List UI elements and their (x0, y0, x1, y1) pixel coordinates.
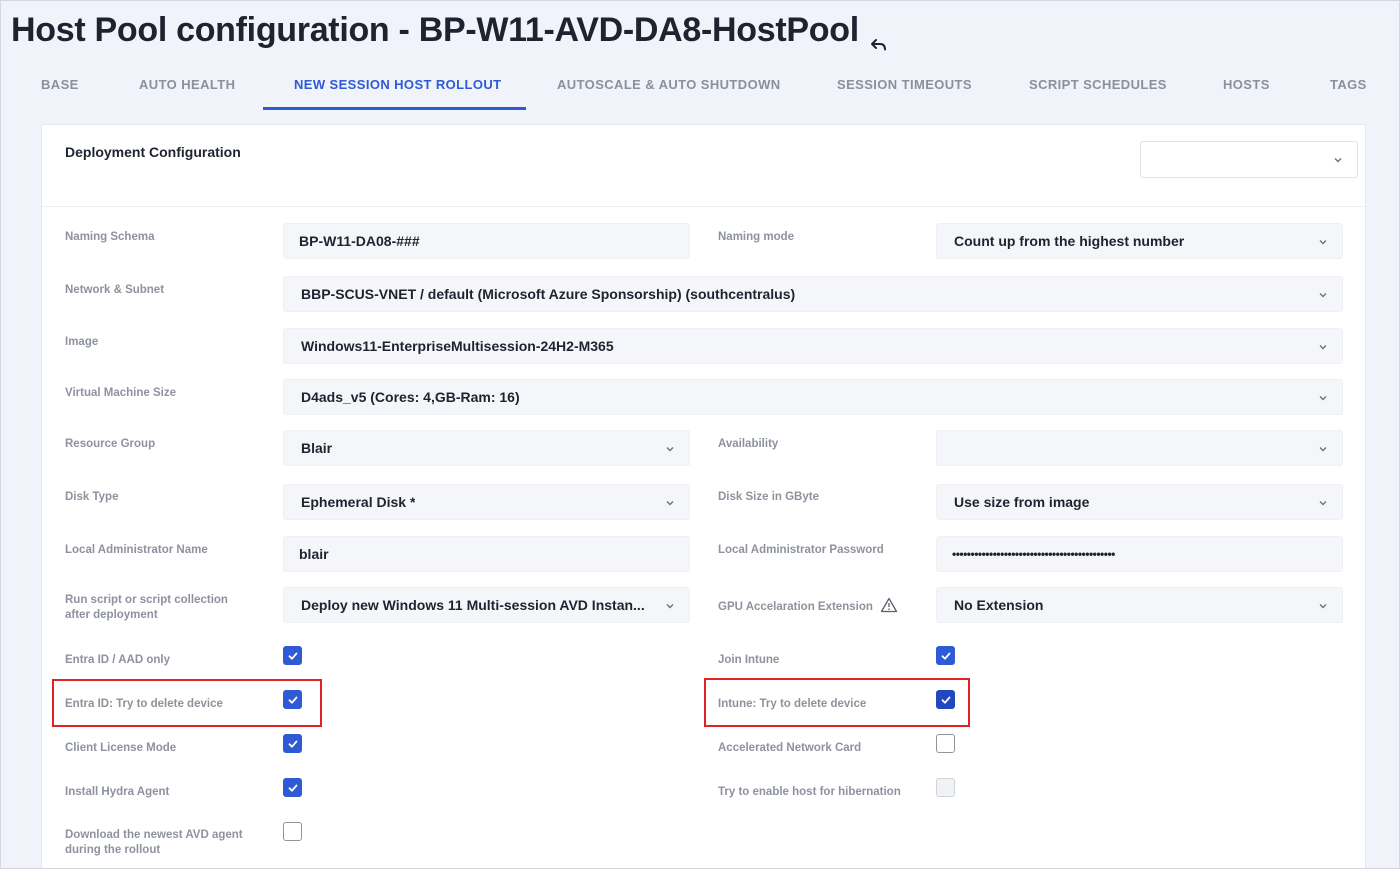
disk-type-label: Disk Type (65, 491, 119, 503)
run-script-value: Deploy new Windows 11 Multi-session AVD … (301, 597, 645, 613)
tab-hosts[interactable]: HOSTS (1223, 77, 1270, 92)
tab-session-timeouts[interactable]: SESSION TIMEOUTS (837, 77, 972, 92)
admin-password-value: ••••••••••••••••••••••••••••••••••••••••… (952, 547, 1115, 561)
check-icon (288, 784, 298, 792)
tab-autoscale[interactable]: AUTOSCALE & AUTO SHUTDOWN (557, 77, 781, 92)
disk-type-select[interactable]: Ephemeral Disk * (283, 484, 690, 520)
card-title: Deployment Configuration (65, 144, 241, 160)
admin-name-input[interactable]: blair (283, 536, 690, 572)
hydra-agent-checkbox[interactable] (283, 778, 302, 797)
active-tab-indicator (263, 107, 526, 110)
check-icon (288, 740, 298, 748)
vm-size-value: D4ads_v5 (Cores: 4,GB-Ram: 16) (301, 389, 520, 405)
gpu-ext-label-text: GPU Accelaration Extension (718, 601, 873, 613)
check-icon (941, 652, 951, 660)
gpu-ext-label: GPU Accelaration Extension (718, 597, 898, 615)
hibernation-label: Try to enable host for hibernation (718, 786, 901, 798)
chevron-down-icon (1319, 447, 1327, 452)
check-icon (288, 652, 298, 660)
resource-group-value: Blair (301, 440, 333, 456)
disk-type-value: Ephemeral Disk * (301, 494, 416, 510)
chevron-down-icon (1319, 604, 1327, 609)
resource-group-label: Resource Group (65, 438, 156, 450)
naming-mode-select[interactable]: Count up from the highest number (936, 223, 1343, 259)
vm-size-label: Virtual Machine Size (65, 387, 176, 399)
warning-icon[interactable] (880, 597, 898, 613)
availability-label: Availability (718, 438, 779, 450)
accel-network-checkbox[interactable] (936, 734, 955, 753)
header-select[interactable] (1140, 141, 1358, 178)
chevron-down-icon (666, 501, 674, 506)
run-script-label: Run script or script collection after de… (65, 593, 228, 623)
naming-mode-value: Count up from the highest number (954, 233, 1185, 249)
avd-agent-label: Download the newest AVD agent during the… (65, 828, 243, 858)
avd-agent-label-line2: during the rollout (65, 844, 161, 856)
client-license-checkbox[interactable] (283, 734, 302, 753)
highlight-box-entra-delete (52, 679, 322, 727)
highlight-box-intune-delete (704, 678, 970, 727)
gpu-ext-value: No Extension (954, 597, 1044, 613)
admin-name-value: blair (299, 546, 329, 562)
page-title: Host Pool configuration - BP-W11-AVD-DA8… (11, 11, 889, 50)
run-script-select[interactable]: Deploy new Windows 11 Multi-session AVD … (283, 587, 690, 623)
entra-only-label: Entra ID / AAD only (65, 654, 170, 666)
image-label: Image (65, 336, 99, 348)
tab-script-schedules[interactable]: SCRIPT SCHEDULES (1029, 77, 1167, 92)
image-value: Windows11-EnterpriseMultisession-24H2-M3… (301, 338, 614, 354)
chevron-down-icon (1334, 158, 1342, 163)
page-title-text: Host Pool configuration - BP-W11-AVD-DA8… (11, 11, 859, 49)
chevron-down-icon (1319, 240, 1327, 245)
avd-agent-label-line1: Download the newest AVD agent (65, 829, 243, 841)
chevron-down-icon (1319, 396, 1327, 401)
admin-password-label: Local Administrator Password (718, 544, 884, 556)
undo-icon[interactable] (869, 25, 889, 50)
naming-schema-label: Naming Schema (65, 231, 155, 243)
join-intune-label: Join Intune (718, 654, 780, 666)
avd-agent-checkbox[interactable] (283, 822, 302, 841)
entra-only-checkbox[interactable] (283, 646, 302, 665)
tab-tags[interactable]: TAGS (1330, 77, 1367, 92)
naming-schema-input[interactable]: BP-W11-DA08-### (283, 223, 690, 259)
admin-password-input[interactable]: ••••••••••••••••••••••••••••••••••••••••… (936, 536, 1343, 572)
network-select[interactable]: BBP-SCUS-VNET / default (Microsoft Azure… (283, 276, 1343, 312)
accel-network-label: Accelerated Network Card (718, 742, 862, 754)
network-label: Network & Subnet (65, 284, 165, 296)
availability-select[interactable] (936, 430, 1343, 466)
join-intune-checkbox[interactable] (936, 646, 955, 665)
chevron-down-icon (666, 447, 674, 452)
chevron-down-icon (1319, 501, 1327, 506)
vm-size-select[interactable]: D4ads_v5 (Cores: 4,GB-Ram: 16) (283, 379, 1343, 415)
naming-mode-label: Naming mode (718, 231, 795, 243)
hibernation-checkbox (936, 778, 955, 797)
chevron-down-icon (1319, 345, 1327, 350)
card-header: Deployment Configuration (42, 125, 1365, 207)
network-value: BBP-SCUS-VNET / default (Microsoft Azure… (301, 286, 796, 302)
naming-schema-value: BP-W11-DA08-### (299, 233, 420, 249)
run-script-label-line1: Run script or script collection (65, 594, 228, 606)
deployment-config-card: Deployment Configuration Naming Schema B… (41, 124, 1366, 868)
hydra-agent-label: Install Hydra Agent (65, 786, 170, 798)
tab-auto-health[interactable]: AUTO HEALTH (139, 77, 235, 92)
disk-size-value: Use size from image (954, 494, 1090, 510)
client-license-label: Client License Mode (65, 742, 177, 754)
tab-bar: BASE AUTO HEALTH NEW SESSION HOST ROLLOU… (1, 61, 1399, 111)
tab-base[interactable]: BASE (41, 77, 79, 92)
tab-new-session-host-rollout[interactable]: NEW SESSION HOST ROLLOUT (294, 77, 502, 92)
disk-size-label: Disk Size in GByte (718, 491, 819, 503)
chevron-down-icon (1319, 293, 1327, 298)
run-script-label-line2: after deployment (65, 609, 158, 621)
app-window: Host Pool configuration - BP-W11-AVD-DA8… (0, 0, 1400, 869)
admin-name-label: Local Administrator Name (65, 544, 208, 556)
disk-size-select[interactable]: Use size from image (936, 484, 1343, 520)
chevron-down-icon (666, 604, 674, 609)
resource-group-select[interactable]: Blair (283, 430, 690, 466)
gpu-ext-select[interactable]: No Extension (936, 587, 1343, 623)
image-select[interactable]: Windows11-EnterpriseMultisession-24H2-M3… (283, 328, 1343, 364)
